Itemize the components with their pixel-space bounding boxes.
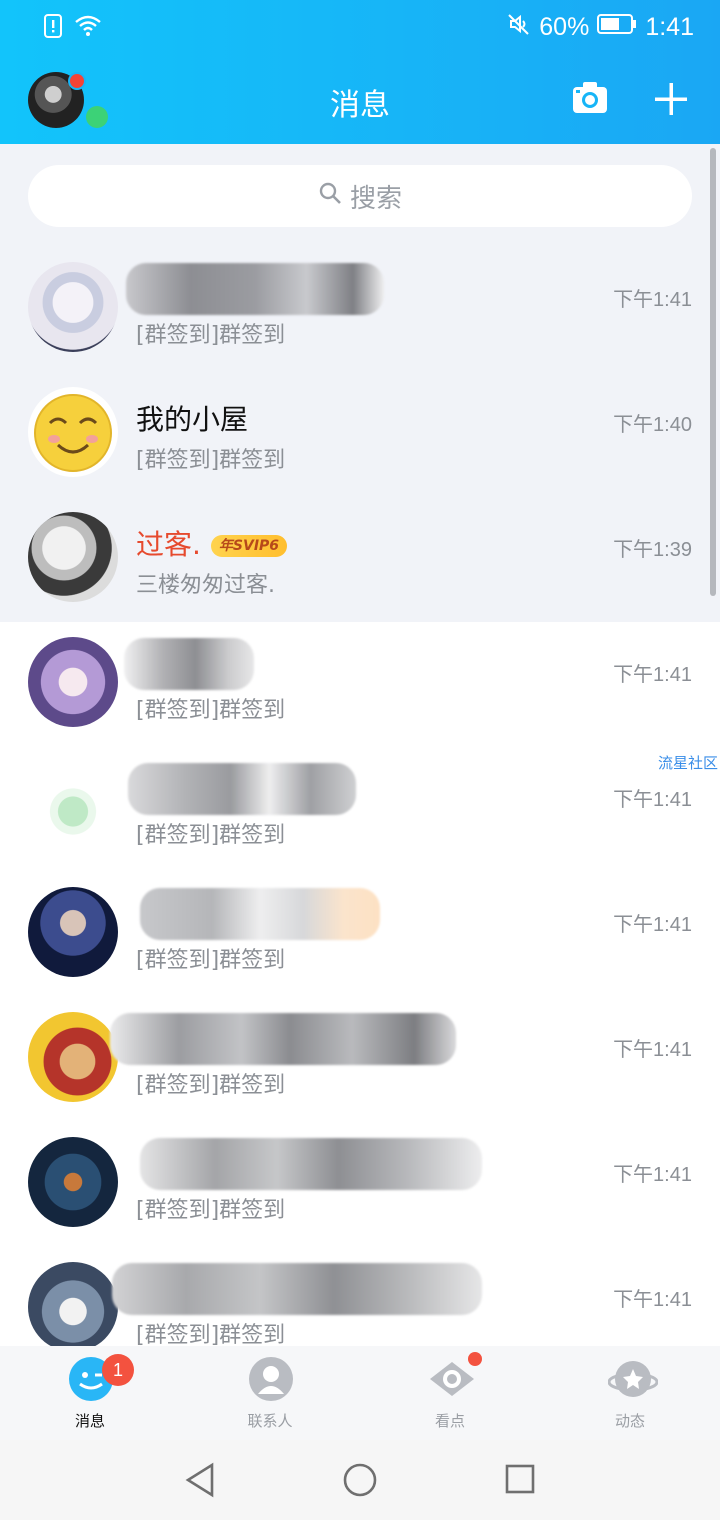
tab-label: 消息 [74,1412,105,1430]
message-time: 下午1:41 [613,664,692,686]
message-preview: [群签到]群签到 [136,948,286,973]
tab-discover[interactable]: 看点 [360,1346,540,1440]
bottom-tab-bar: 1 消息 联系人 看点 动态 [0,1346,720,1440]
recents-icon[interactable] [504,1462,536,1498]
camera-icon[interactable] [572,80,608,116]
message-time: 下午1:39 [613,539,692,561]
plus-icon[interactable] [654,82,690,118]
status-bar: 60% 1:41 [0,0,720,56]
conversation-row[interactable]: 过客. 年SVIP6 三楼匆匆过客. 下午1:39 [0,497,720,622]
side-tag[interactable]: 流星社区 [658,752,718,773]
search-icon [318,181,342,212]
avatar [28,887,118,977]
message-time: 下午1:41 [613,289,692,311]
redacted-name [128,763,356,815]
message-time: 下午1:41 [613,1289,692,1311]
avatar [28,387,118,477]
conversation-row[interactable]: [群签到]群签到 下午1:41 [0,997,720,1122]
battery-percent: 60% [539,12,590,41]
conversation-row[interactable]: [群签到]群签到 下午1:41 [0,247,720,372]
conversation-row[interactable]: [群签到]群签到 下午1:41 [0,747,720,872]
message-preview: [群签到]群签到 [136,698,286,723]
tab-messages[interactable]: 1 消息 [0,1346,180,1440]
redacted-name [124,638,254,690]
conversation-row[interactable]: [群签到]群签到 下午1:41 [0,1122,720,1247]
title-bar: 消息 [0,56,720,144]
avatar [28,1012,118,1102]
redacted-name [140,888,380,940]
message-preview: [群签到]群签到 [136,823,286,848]
battery-icon [597,13,637,41]
tab-label: 动态 [614,1412,645,1430]
planet-icon [608,1361,658,1397]
tab-contacts[interactable]: 联系人 [180,1346,360,1440]
conversation-name: 我的小屋 [136,403,249,436]
avatar [28,512,118,602]
conversation-row[interactable]: 我的小屋 [群签到]群签到 下午1:40 [0,372,720,497]
message-preview: 三楼匆匆过客. [136,573,275,598]
redacted-name [112,1263,482,1315]
search-placeholder: 搜索 [349,183,402,214]
system-nav-bar [0,1440,720,1520]
header: 60% 1:41 消息 [0,0,720,144]
avatar [28,637,118,727]
redacted-name [140,1138,482,1190]
conversation-row[interactable]: [群签到]群签到 下午1:41 [0,622,720,747]
redacted-name [110,1013,456,1065]
page-title: 消息 [330,88,390,123]
avatar [28,262,118,352]
message-preview: [群签到]群签到 [136,323,286,348]
message-time: 下午1:41 [613,789,692,811]
search-bar[interactable]: 搜索 [28,165,692,227]
unread-badge: 1 [102,1354,134,1386]
message-time: 下午1:41 [613,914,692,936]
conversation-row[interactable]: [群签到]群签到 下午1:41 [0,872,720,997]
message-preview: [群签到]群签到 [136,1198,286,1223]
avatar [28,762,118,852]
mute-icon [507,12,531,42]
conversation-name: 过客. 年SVIP6 [136,523,288,563]
message-preview: [群签到]群签到 [136,448,286,473]
message-time: 下午1:40 [613,414,692,436]
home-icon[interactable] [342,1462,378,1498]
back-icon[interactable] [184,1462,216,1498]
message-time: 下午1:41 [613,1039,692,1061]
message-preview: [群签到]群签到 [136,1073,286,1098]
message-time: 下午1:41 [613,1164,692,1186]
tab-feed[interactable]: 动态 [540,1346,720,1440]
avatar [28,1262,118,1352]
message-preview: [群签到]群签到 [136,1323,286,1348]
tab-label: 看点 [434,1412,465,1430]
wifi-icon [74,15,102,41]
svip-badge: 年SVIP6 [210,535,288,557]
redacted-name [126,263,384,315]
contacts-icon [249,1357,293,1401]
sim-alert-icon [44,14,62,42]
avatar [28,1137,118,1227]
tab-label: 联系人 [247,1412,293,1430]
new-content-dot [468,1352,482,1366]
clock: 1:41 [645,12,694,41]
